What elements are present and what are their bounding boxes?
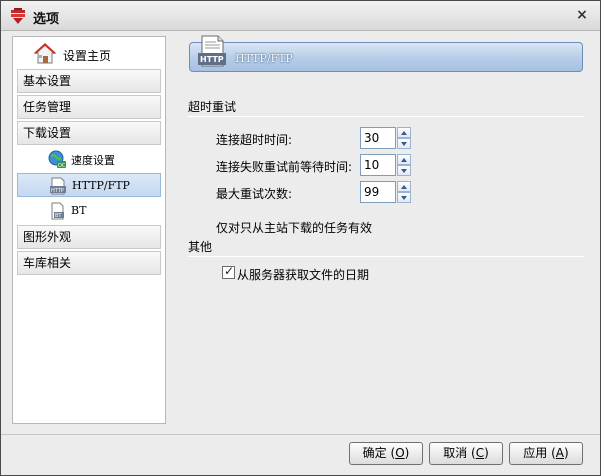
sidebar-item-basic[interactable]: 基本设置 bbox=[17, 69, 161, 93]
sidebar-item-bt[interactable]: BT BT bbox=[17, 199, 161, 223]
checkmark-icon: ✓ bbox=[224, 264, 235, 278]
speed-globe-icon: OC bbox=[48, 150, 66, 168]
spinner-buttons bbox=[397, 127, 411, 149]
sidebar-item-http-ftp[interactable]: HTTP HTTP/FTP bbox=[17, 173, 161, 197]
cancel-button-label: 取消 bbox=[443, 446, 468, 460]
retry-wait-stepper[interactable]: 10 bbox=[360, 154, 412, 176]
bt-document-icon: BT bbox=[51, 202, 64, 220]
panel-header: HTTP HTTP/FTP bbox=[189, 35, 583, 72]
sidebar-item-label: BT bbox=[71, 204, 87, 217]
server-date-label: 从服务器获取文件的日期 bbox=[237, 268, 370, 282]
cancel-accelerator: C bbox=[475, 446, 485, 460]
svg-text:OC: OC bbox=[58, 163, 66, 168]
svg-text:BT: BT bbox=[55, 213, 62, 219]
sidebar-item-home[interactable]: 设置主页 bbox=[13, 37, 165, 69]
spinner-buttons bbox=[397, 154, 411, 176]
spin-down-arrow-icon[interactable] bbox=[397, 138, 411, 149]
spin-down-arrow-icon[interactable] bbox=[397, 192, 411, 203]
close-icon: × bbox=[576, 7, 588, 23]
server-date-checkbox[interactable]: ✓ bbox=[222, 264, 235, 279]
section-title-other: 其他 bbox=[188, 240, 213, 254]
sidebar-item-label: HTTP/FTP bbox=[72, 179, 130, 192]
svg-text:HTTP: HTTP bbox=[200, 55, 224, 64]
spin-up-arrow-icon[interactable] bbox=[397, 154, 411, 165]
http-document-icon: HTTP bbox=[50, 177, 66, 195]
spinner-buttons bbox=[397, 181, 411, 203]
retry-wait-input[interactable]: 10 bbox=[360, 154, 396, 176]
close-button[interactable]: × bbox=[574, 7, 590, 23]
section-title-timeout: 超时重试 bbox=[188, 100, 237, 114]
title-bar[interactable]: 选项 × bbox=[1, 1, 600, 31]
spin-up-arrow-icon[interactable] bbox=[397, 181, 411, 192]
options-window: 选项 × 设置主页 基本设置 任务管理 下载设置 OC 速度设置 HTTP HT… bbox=[0, 0, 601, 476]
field-label-max-retries: 最大重试次数: bbox=[216, 187, 293, 201]
spin-up-arrow-icon[interactable] bbox=[397, 127, 411, 138]
section-divider bbox=[188, 256, 584, 257]
sidebar-item-download[interactable]: 下载设置 bbox=[17, 121, 161, 145]
field-label-connect-timeout: 连接超时时间: bbox=[216, 133, 293, 147]
ok-accelerator: O bbox=[395, 446, 405, 460]
section-divider bbox=[188, 116, 584, 117]
sidebar-item-garage[interactable]: 车库相关 bbox=[17, 251, 161, 275]
apply-accelerator: A bbox=[555, 446, 565, 460]
sidebar-item-speed[interactable]: OC 速度设置 bbox=[17, 147, 161, 171]
svg-text:HTTP: HTTP bbox=[51, 188, 64, 194]
ok-button-label: 确定 bbox=[362, 446, 387, 460]
sidebar-item-label: 设置主页 bbox=[63, 49, 112, 63]
apply-button-label: 应用 bbox=[523, 446, 548, 460]
app-logo-icon bbox=[11, 8, 25, 24]
cancel-button[interactable]: 取消 (C) bbox=[429, 442, 503, 465]
settings-sidebar: 设置主页 基本设置 任务管理 下载设置 OC 速度设置 HTTP HTTP/FT… bbox=[12, 36, 166, 424]
sidebar-item-appearance[interactable]: 图形外观 bbox=[17, 225, 161, 249]
spin-down-arrow-icon[interactable] bbox=[397, 165, 411, 176]
connect-timeout-input[interactable]: 30 bbox=[360, 127, 396, 149]
window-title: 选项 bbox=[33, 12, 60, 27]
max-retries-stepper[interactable]: 99 bbox=[360, 181, 412, 203]
max-retries-input[interactable]: 99 bbox=[360, 181, 396, 203]
home-icon bbox=[33, 43, 57, 64]
apply-button[interactable]: 应用 (A) bbox=[509, 442, 583, 465]
retry-note: 仅对只从主站下载的任务有效 bbox=[216, 221, 373, 235]
ok-button[interactable]: 确定 (O) bbox=[349, 442, 423, 465]
panel-title: HTTP/FTP bbox=[235, 52, 293, 65]
connect-timeout-stepper[interactable]: 30 bbox=[360, 127, 412, 149]
footer-divider bbox=[1, 434, 600, 435]
sidebar-item-label: 速度设置 bbox=[71, 154, 115, 167]
sidebar-item-tasks[interactable]: 任务管理 bbox=[17, 95, 161, 119]
field-label-retry-wait: 连接失败重试前等待时间: bbox=[216, 160, 353, 174]
http-document-icon: HTTP bbox=[198, 35, 226, 67]
